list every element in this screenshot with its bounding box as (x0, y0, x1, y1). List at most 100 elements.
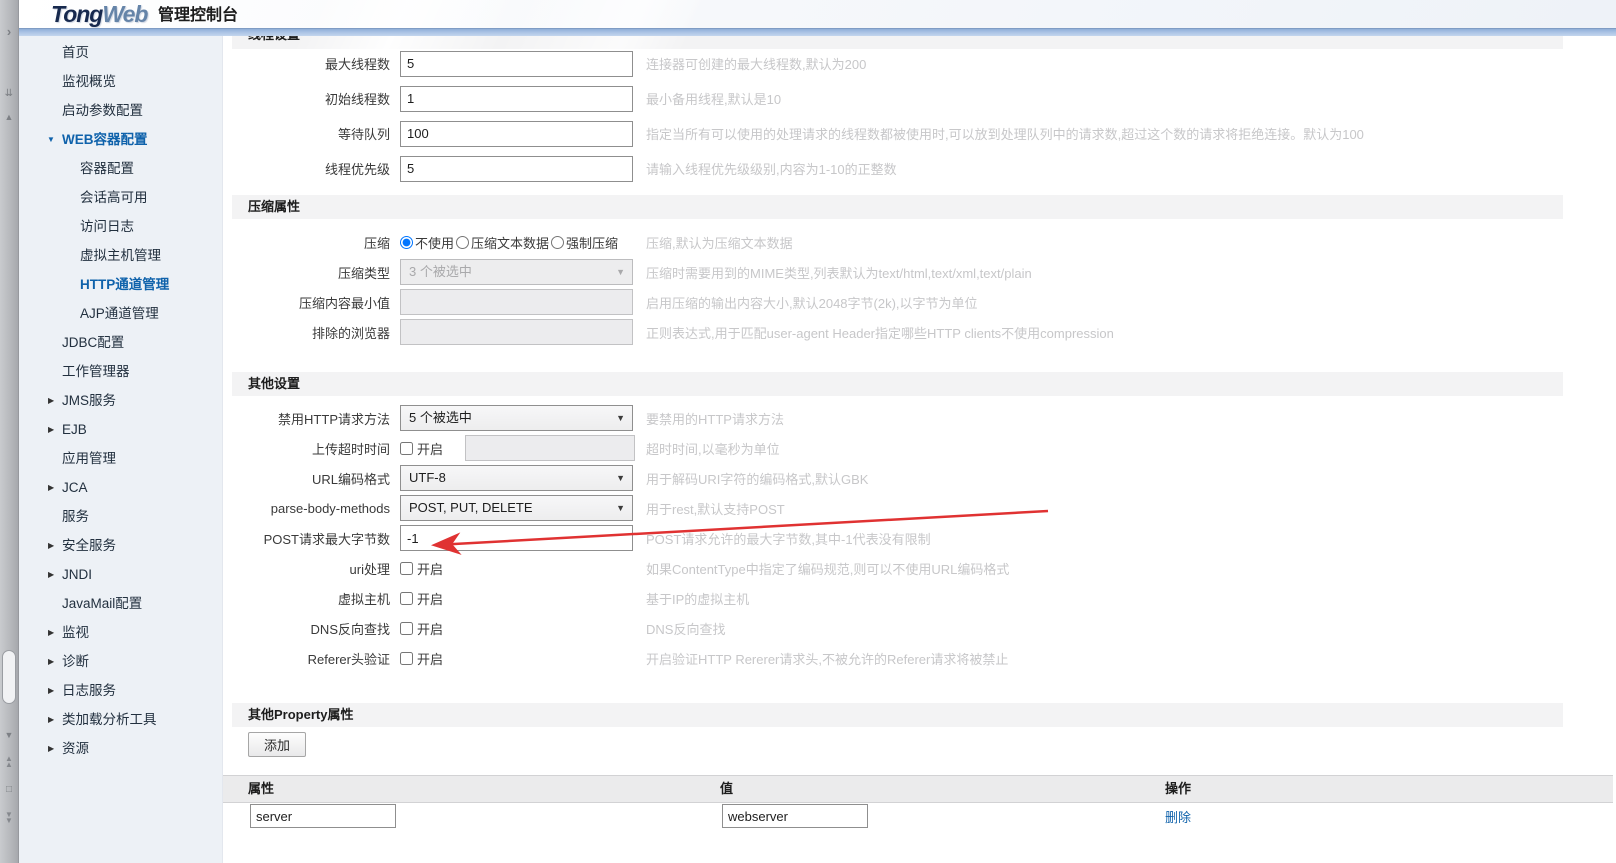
sidebar-item-jndi[interactable]: ▶JNDI (18, 560, 222, 589)
field-label: 等待队列 (232, 124, 390, 143)
collapsed-icon: ▶ (48, 618, 54, 647)
sidebar-item-service[interactable]: 服务 (18, 502, 222, 531)
form-row-url-encoding: URL编码格式 UTF-8▼ 用于解码URI字符的编码格式,默认GBK (223, 463, 1616, 493)
field-hint: 如果ContentType中指定了编码规范,则可以不使用URL编码格式 (646, 559, 1009, 578)
logo-web: Web (102, 1, 147, 27)
init-threads-input[interactable] (400, 86, 633, 112)
post-max-bytes-input[interactable] (400, 525, 633, 551)
field-label: POST请求最大字节数 (232, 529, 390, 548)
form-row-parse-body-methods: parse-body-methods POST, PUT, DELETE▼ 用于… (223, 493, 1616, 523)
collapsed-icon: ▶ (48, 386, 54, 415)
sidebar-item-monitor[interactable]: ▶监视 (18, 618, 222, 647)
section-compression-title: 压缩属性 (232, 195, 1563, 219)
radio-force-compress[interactable]: 强制压缩 (551, 233, 618, 252)
main-content: 线程设置 最大线程数 连接器可创建的最大线程数,默认为200 初始线程数 最小备… (223, 35, 1616, 863)
sidebar-item-session-ha[interactable]: 会话高可用 (18, 183, 222, 212)
wait-queue-input[interactable] (400, 121, 633, 147)
disabled-http-methods-select[interactable]: 5 个被选中▼ (400, 405, 633, 431)
field-hint: 请输入线程优先级级别,内容为1-10的正整数 (646, 159, 897, 178)
max-threads-input[interactable] (400, 51, 633, 77)
form-row-excluded-browsers: 排除的浏览器 正则表达式,用于匹配user-agent Header指定哪些HT… (223, 317, 1616, 347)
form-row-upload-timeout: 上传超时时间 开启 超时时间,以毫秒为单位 (223, 433, 1616, 463)
sidebar-item-diagnosis[interactable]: ▶诊断 (18, 647, 222, 676)
property-value-input[interactable] (722, 804, 868, 828)
url-encoding-select[interactable]: UTF-8▼ (400, 465, 633, 491)
radio-force-compress-input[interactable] (551, 236, 564, 249)
caret-down-icon: ▼ (616, 260, 625, 284)
caret-down-icon: ▼ (616, 466, 625, 490)
field-label: 最大线程数 (232, 54, 390, 73)
sidebar-item-virtual-host-mgmt[interactable]: 虚拟主机管理 (18, 241, 222, 270)
collapsed-icon: ▶ (48, 647, 54, 676)
left-dock-strip: › ⇊ ▲ ▼ ▲▲ □ ▼▼ (0, 0, 19, 863)
virtual-host-checkbox[interactable] (400, 592, 413, 605)
radio-no-compress[interactable]: 不使用 (400, 233, 454, 252)
sidebar-item-web-container-config[interactable]: ▼WEB容器配置 (18, 125, 222, 154)
collapsed-icon: ▶ (48, 560, 54, 589)
sidebar-item-ejb[interactable]: ▶EJB (18, 415, 222, 444)
field-label: 虚拟主机 (232, 589, 390, 608)
sidebar-item-javamail-config[interactable]: JavaMail配置 (18, 589, 222, 618)
property-table-row: 删除 (223, 802, 1616, 838)
form-row-thread-priority: 线程优先级 请输入线程优先级级别,内容为1-10的正整数 (223, 151, 1616, 186)
expand-panel-icon[interactable]: › (0, 24, 18, 39)
tongweb-logo: TongWeb 管理控制台 (51, 1, 238, 28)
double-arrow-up-icon[interactable]: ▲▲ (0, 756, 18, 768)
sidebar-item-jdbc-config[interactable]: JDBC配置 (18, 328, 222, 357)
radio-compress-text[interactable]: 压缩文本数据 (456, 233, 549, 252)
parse-body-methods-select[interactable]: POST, PUT, DELETE▼ (400, 495, 633, 521)
sidebar-item-resource[interactable]: ▶资源 (18, 734, 222, 763)
form-row-dns-lookup: DNS反向查找 开启 DNS反向查找 (223, 613, 1616, 643)
radio-no-compress-input[interactable] (400, 236, 413, 249)
property-attr-input[interactable] (250, 804, 396, 828)
referer-check-checkbox[interactable] (400, 652, 413, 665)
logo-title: 管理控制台 (158, 7, 238, 24)
sidebar-item-work-manager[interactable]: 工作管理器 (18, 357, 222, 386)
sidebar-item-app-mgmt[interactable]: 应用管理 (18, 444, 222, 473)
field-label: 压缩内容最小值 (232, 293, 390, 312)
uri-handling-toggle: 开启 (400, 559, 443, 578)
stop-box-icon[interactable]: □ (0, 784, 18, 795)
sidebar-item-http-channel-mgmt[interactable]: HTTP通道管理 (18, 270, 222, 299)
sidebar-item-jms-service[interactable]: ▶JMS服务 (18, 386, 222, 415)
arrow-down-icon[interactable]: ▼ (0, 730, 18, 740)
sidebar-item-home[interactable]: 首页 (18, 38, 222, 67)
sidebar-item-monitor-overview[interactable]: 监视概览 (18, 67, 222, 96)
thread-priority-input[interactable] (400, 156, 633, 182)
collapsed-icon: ▶ (48, 705, 54, 734)
collapsed-icon: ▶ (48, 415, 54, 444)
field-label: 排除的浏览器 (232, 323, 390, 342)
form-row-compression: 压缩 不使用 压缩文本数据 强制压缩 压缩,默认为压缩文本数据 (223, 227, 1616, 257)
form-row-max-threads: 最大线程数 连接器可创建的最大线程数,默认为200 (223, 46, 1616, 81)
sidebar-item-access-log[interactable]: 访问日志 (18, 212, 222, 241)
form-row-wait-queue: 等待队列 指定当所有可以使用的处理请求的线程数都被使用时,可以放到处理队列中的请… (223, 116, 1616, 151)
compression-radio-group: 不使用 压缩文本数据 强制压缩 (400, 233, 620, 252)
dock-handle-icon[interactable]: ⇊ (0, 88, 18, 99)
add-property-button[interactable]: 添加 (248, 732, 306, 757)
sidebar-item-security-service[interactable]: ▶安全服务 (18, 531, 222, 560)
uri-handling-checkbox[interactable] (400, 562, 413, 575)
sidebar-item-classloader-analyzer[interactable]: ▶类加载分析工具 (18, 705, 222, 734)
double-arrow-down-icon[interactable]: ▼▼ (0, 812, 18, 824)
field-hint: 压缩,默认为压缩文本数据 (646, 233, 793, 252)
field-label: URL编码格式 (232, 469, 390, 488)
sidebar-item-jca[interactable]: ▶JCA (18, 473, 222, 502)
sidebar-item-container-config[interactable]: 容器配置 (18, 154, 222, 183)
field-hint: 启用压缩的输出内容大小,默认2048字节(2k),以字节为单位 (646, 293, 978, 312)
dns-lookup-toggle: 开启 (400, 619, 443, 638)
triangle-up-icon[interactable]: ▲ (0, 112, 18, 122)
radio-compress-text-input[interactable] (456, 236, 469, 249)
scroll-thumb[interactable] (2, 650, 16, 704)
sidebar-item-startup-params[interactable]: 启动参数配置 (18, 96, 222, 125)
field-hint: 要禁用的HTTP请求方法 (646, 409, 784, 428)
column-header-value: 值 (720, 776, 733, 802)
dns-lookup-checkbox[interactable] (400, 622, 413, 635)
upload-timeout-checkbox[interactable] (400, 442, 413, 455)
field-hint: 连接器可创建的最大线程数,默认为200 (646, 54, 866, 73)
sidebar-item-ajp-channel-mgmt[interactable]: AJP通道管理 (18, 299, 222, 328)
upload-timeout-toggle: 开启 (400, 439, 443, 458)
sidebar-item-log-service[interactable]: ▶日志服务 (18, 676, 222, 705)
delete-property-link[interactable]: 删除 (1165, 807, 1191, 826)
field-hint: 超时时间,以毫秒为单位 (646, 439, 780, 458)
field-label: parse-body-methods (232, 501, 390, 516)
